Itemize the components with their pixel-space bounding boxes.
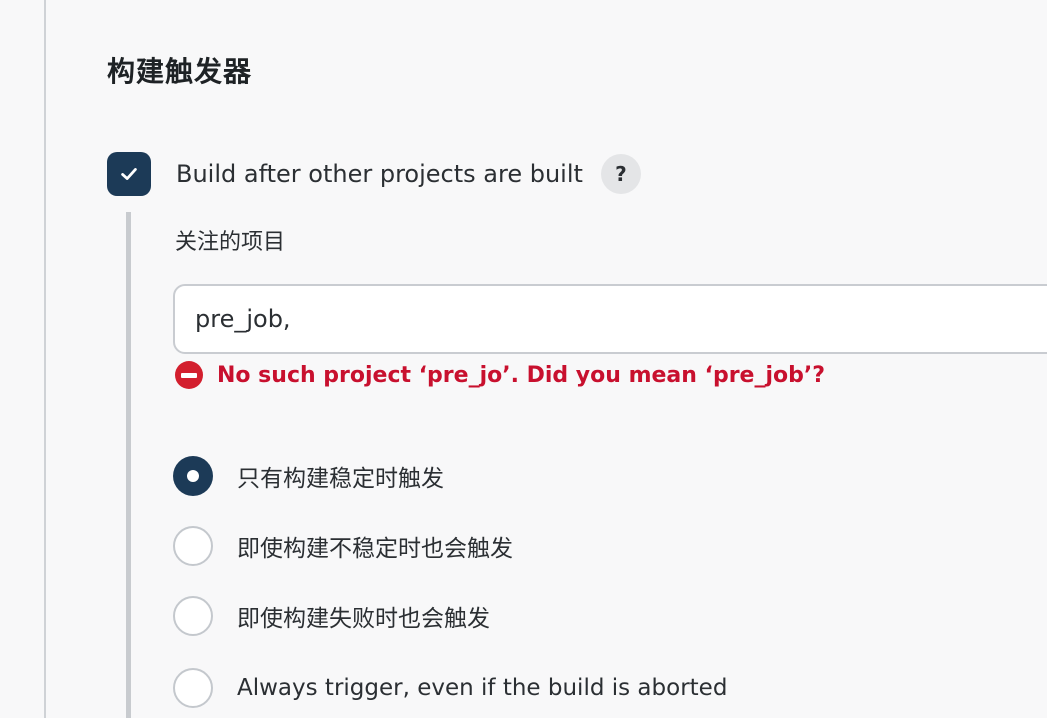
radio-option-always-trigger[interactable]: Always trigger, even if the build is abo… bbox=[173, 666, 727, 710]
radio-option-even-if-unstable[interactable]: 即使构建不稳定时也会触发 bbox=[173, 524, 513, 568]
section-title: 构建触发器 bbox=[107, 55, 253, 88]
radio-option-stable-only[interactable]: 只有构建稳定时触发 bbox=[173, 454, 444, 498]
projects-to-watch-label: 关注的项目 bbox=[175, 230, 286, 255]
validation-error-message: No such project ‘pre_jo’. Did you mean ‘… bbox=[217, 362, 825, 388]
radio-button[interactable] bbox=[173, 456, 213, 496]
error-icon bbox=[175, 361, 203, 389]
build-triggers-panel: 构建触发器 Build after other projects are bui… bbox=[0, 0, 1047, 718]
build-after-other-projects-option[interactable]: Build after other projects are built ? bbox=[107, 152, 641, 196]
nested-options-indicator bbox=[126, 212, 131, 718]
radio-label[interactable]: 只有构建稳定时触发 bbox=[237, 459, 444, 493]
radio-button[interactable] bbox=[173, 596, 213, 636]
radio-option-even-if-failed[interactable]: 即使构建失败时也会触发 bbox=[173, 594, 490, 638]
help-button[interactable]: ? bbox=[600, 154, 641, 194]
radio-button[interactable] bbox=[173, 668, 213, 708]
build-after-other-projects-checkbox[interactable] bbox=[107, 152, 151, 196]
radio-label[interactable]: 即使构建失败时也会触发 bbox=[237, 599, 490, 633]
checkmark-icon bbox=[121, 168, 137, 180]
projects-to-watch-input[interactable] bbox=[173, 284, 1047, 354]
radio-label[interactable]: Always trigger, even if the build is abo… bbox=[237, 675, 727, 701]
radio-label[interactable]: 即使构建不稳定时也会触发 bbox=[237, 529, 513, 563]
build-after-other-projects-label[interactable]: Build after other projects are built bbox=[176, 160, 583, 188]
radio-button[interactable] bbox=[173, 526, 213, 566]
validation-error: No such project ‘pre_jo’. Did you mean ‘… bbox=[175, 360, 825, 390]
radio-selected-dot bbox=[187, 470, 199, 482]
panel-left-border bbox=[44, 0, 46, 718]
